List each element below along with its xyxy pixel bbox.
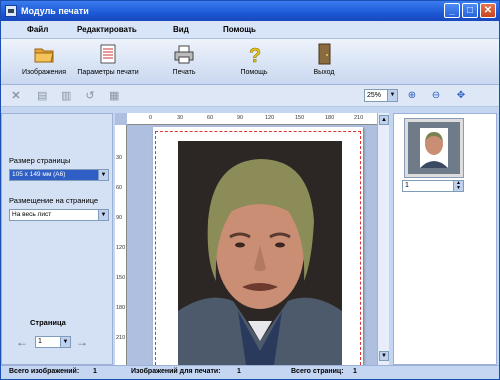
- ruler-tick: 60: [207, 115, 214, 121]
- duplicate-icon[interactable]: ▥: [61, 91, 71, 102]
- ruler-tick: 150: [295, 115, 305, 121]
- print-button[interactable]: Печать: [149, 43, 219, 76]
- menu-help[interactable]: Помощь: [223, 25, 256, 34]
- main-toolbar: Изображения Параметры печати Печать ? По…: [1, 39, 499, 85]
- prev-page-button[interactable]: ←: [16, 336, 28, 348]
- ruler-tick: 120: [265, 115, 275, 121]
- menu-bar: Файл Редактировать Вид Помощь: [1, 21, 499, 39]
- delete-icon[interactable]: ✕: [11, 91, 21, 102]
- folder-icon: [33, 43, 55, 65]
- zoom-out-icon[interactable]: ⊖: [431, 91, 441, 101]
- ruler-tick: 0: [149, 115, 153, 121]
- printer-icon: [173, 43, 195, 65]
- ruler-tick: 120: [116, 245, 126, 251]
- stepper-arrows-icon[interactable]: ▲ ▼: [453, 181, 463, 191]
- menu-edit[interactable]: Редактировать: [77, 25, 137, 34]
- preview-canvas[interactable]: 0 30 60 90 120 150 180 210 30 60 90 120 …: [115, 113, 389, 365]
- grid-icon[interactable]: ▦: [109, 91, 119, 102]
- zoom-select[interactable]: 25% ▼: [364, 89, 398, 102]
- exit-door-icon: [313, 43, 335, 65]
- thumbnail-panel: 1 ▲ ▼: [393, 113, 497, 365]
- help-icon: ?: [243, 43, 265, 68]
- horizontal-ruler: 0 30 60 90 120 150 180 210: [127, 113, 377, 125]
- images-to-print-value: 1: [237, 368, 241, 375]
- window-title: Модуль печати: [21, 6, 89, 16]
- chevron-down-icon: ▼: [387, 90, 397, 101]
- page-size-label: Размер страницы: [9, 156, 71, 165]
- settings-panel: Размер страницы 105 x 149 мм (A6) ▼ Разм…: [1, 113, 113, 365]
- help-label: Помощь: [240, 69, 268, 76]
- chevron-down-icon: ▼: [98, 170, 108, 180]
- next-page-button[interactable]: →: [76, 336, 88, 348]
- images-label: Изображения: [22, 69, 66, 76]
- placement-value: На весь лист: [12, 211, 52, 218]
- ruler-tick: 150: [116, 275, 126, 281]
- close-button[interactable]: ✕: [480, 3, 496, 18]
- exit-label: Выход: [313, 69, 335, 76]
- scroll-up-icon[interactable]: ▲: [379, 115, 389, 125]
- ruler-tick: 90: [116, 215, 123, 221]
- thumbnail-image: [408, 122, 460, 174]
- ruler-tick: 30: [177, 115, 184, 121]
- ruler-tick: 60: [116, 185, 123, 191]
- page-value: 1: [38, 338, 42, 345]
- ruler-tick: 90: [237, 115, 244, 121]
- minimize-button[interactable]: _: [444, 3, 460, 18]
- page-label: Страница: [30, 318, 66, 327]
- vertical-ruler: 30 60 90 120 150 180 210: [115, 125, 127, 365]
- images-to-print-label: Изображений для печати:: [131, 368, 221, 375]
- thumbnail-item[interactable]: [404, 118, 464, 178]
- total-images-label: Всего изображений:: [9, 368, 80, 375]
- exit-button[interactable]: Выход: [289, 43, 359, 76]
- images-button[interactable]: Изображения: [9, 43, 79, 76]
- portrait-photo[interactable]: [178, 141, 342, 365]
- ruler-tick: 210: [116, 335, 126, 341]
- ruler-tick: 30: [116, 155, 123, 161]
- print-module-window: Модуль печати _ □ ✕ Файл Редактировать В…: [0, 0, 500, 380]
- page-size-select[interactable]: 105 x 149 мм (A6) ▼: [9, 169, 109, 181]
- zoom-value: 25%: [367, 92, 382, 99]
- page-preview: [153, 127, 363, 365]
- svg-text:?: ?: [249, 45, 261, 65]
- menu-view[interactable]: Вид: [173, 25, 189, 34]
- menu-file[interactable]: Файл: [27, 25, 48, 34]
- scroll-down-icon[interactable]: ▼: [379, 351, 389, 361]
- page-size-value: 105 x 149 мм (A6): [12, 171, 66, 178]
- placement-select[interactable]: На весь лист ▼: [9, 209, 109, 221]
- total-pages-label: Всего страниц:: [291, 368, 344, 375]
- total-pages-value: 1: [353, 368, 357, 375]
- secondary-toolbar: ✕ ▤ ▥ ↺ ▦ 25% ▼ ⊕ ⊖ ✥: [1, 85, 499, 107]
- ruler-tick: 180: [325, 115, 335, 121]
- app-icon: [5, 5, 17, 17]
- chevron-down-icon: ▼: [60, 337, 70, 347]
- total-images-value: 1: [93, 368, 97, 375]
- title-bar[interactable]: Модуль печати _ □ ✕: [1, 1, 499, 21]
- print-settings-button[interactable]: Параметры печати: [73, 43, 143, 76]
- copy-icon[interactable]: ▤: [37, 91, 47, 102]
- rotate-icon[interactable]: ↺: [85, 91, 95, 102]
- page-select[interactable]: 1 ▼: [35, 336, 71, 348]
- print-label: Печать: [172, 69, 196, 76]
- vertical-scrollbar[interactable]: ▲ ▼: [377, 113, 389, 365]
- copies-stepper[interactable]: 1 ▲ ▼: [402, 180, 464, 192]
- help-button[interactable]: ? Помощь: [219, 43, 289, 76]
- ruler-tick: 210: [354, 115, 364, 121]
- placement-label: Размещение на странице: [9, 196, 99, 205]
- document-settings-icon: [97, 43, 119, 65]
- status-bar: Всего изображений: 1 Изображений для печ…: [1, 365, 499, 379]
- print-settings-label: Параметры печати: [77, 69, 139, 76]
- zoom-in-icon[interactable]: ⊕: [407, 91, 417, 101]
- chevron-down-icon: ▼: [98, 210, 108, 220]
- maximize-button[interactable]: □: [462, 3, 478, 18]
- ruler-tick: 180: [116, 305, 126, 311]
- fit-icon[interactable]: ✥: [456, 91, 466, 101]
- copies-value: 1: [405, 182, 409, 189]
